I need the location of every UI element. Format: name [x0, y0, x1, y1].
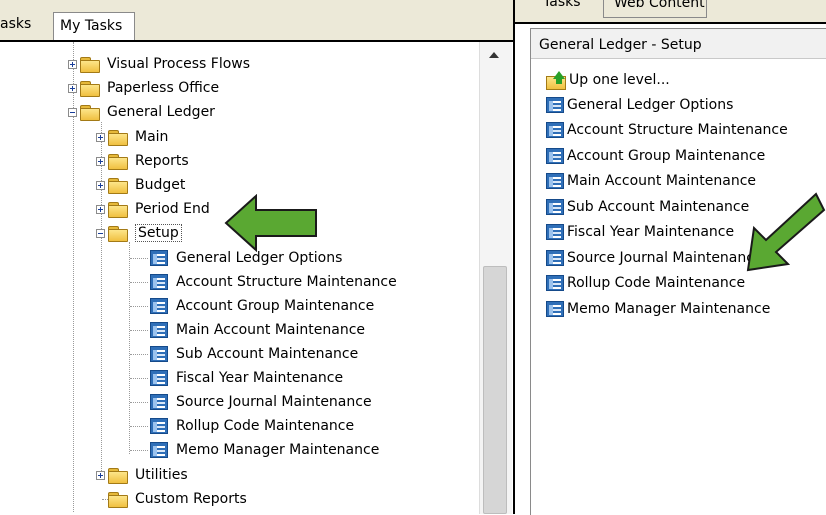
- folder-icon: [108, 177, 128, 194]
- panel-item-fiscal-year-maintenance[interactable]: Fiscal Year Maintenance: [546, 221, 734, 243]
- tree-item-fiscal-year-maintenance[interactable]: Fiscal Year Maintenance: [150, 368, 343, 388]
- task-document-icon: [150, 274, 168, 290]
- task-document-icon: [150, 250, 168, 266]
- up-one-level-link[interactable]: Up one level...: [546, 69, 670, 91]
- tree-node-reports[interactable]: Reports: [96, 151, 189, 171]
- open-folder-icon: [108, 225, 128, 242]
- tab-my-tasks[interactable]: My Tasks: [53, 12, 135, 40]
- folder-icon: [80, 104, 100, 121]
- task-document-icon: [546, 275, 564, 291]
- tree-item-sub-account-maintenance[interactable]: Sub Account Maintenance: [150, 344, 358, 364]
- folder-icon: [108, 201, 128, 218]
- tree-node-main[interactable]: Main: [96, 127, 168, 147]
- panel-item-main-account-maintenance[interactable]: Main Account Maintenance: [546, 170, 756, 192]
- expand-plus-icon[interactable]: [96, 132, 105, 142]
- tree-node-custom-reports[interactable]: Custom Reports: [108, 489, 247, 509]
- task-document-icon: [150, 298, 168, 314]
- tree-item-account-structure-maintenance[interactable]: Account Structure Maintenance: [150, 272, 397, 292]
- tree-node-paperless-office[interactable]: Paperless Office: [68, 78, 219, 98]
- task-document-icon: [150, 394, 168, 410]
- up-one-level-icon: [546, 71, 566, 90]
- expand-plus-icon[interactable]: [68, 59, 77, 69]
- left-tab-strip: asks My Tasks: [0, 0, 513, 42]
- tree-node-visual-process-flows[interactable]: Visual Process Flows: [68, 54, 250, 74]
- task-document-icon: [546, 250, 564, 266]
- tree-item-source-journal-maintenance[interactable]: Source Journal Maintenance: [150, 392, 372, 412]
- tree-node-budget[interactable]: Budget: [96, 175, 185, 195]
- tree-item-rollup-code-maintenance[interactable]: Rollup Code Maintenance: [150, 416, 354, 436]
- panel-header: General Ledger - Setup: [531, 29, 826, 59]
- panel-item-account-structure-maintenance[interactable]: Account Structure Maintenance: [546, 119, 788, 141]
- collapse-minus-icon[interactable]: [96, 228, 105, 238]
- tree-node-utilities[interactable]: Utilities: [96, 465, 188, 485]
- tab-tasks-partial[interactable]: asks: [0, 16, 31, 32]
- folder-icon: [108, 491, 128, 508]
- panel-item-sub-account-maintenance[interactable]: Sub Account Maintenance: [546, 196, 749, 218]
- panel-item-account-group-maintenance[interactable]: Account Group Maintenance: [546, 145, 765, 167]
- scrollbar-thumb[interactable]: [483, 266, 507, 514]
- folder-icon: [80, 80, 100, 97]
- task-tree-pane: asks My Tasks Visual Process Flows Paper…: [0, 0, 515, 514]
- task-document-icon: [546, 173, 564, 189]
- panel-item-source-journal-maintenance[interactable]: Source Journal Maintenance: [546, 247, 763, 269]
- tree-item-account-group-maintenance[interactable]: Account Group Maintenance: [150, 296, 374, 316]
- panel-item-memo-manager-maintenance[interactable]: Memo Manager Maintenance: [546, 298, 770, 320]
- tree-node-general-ledger[interactable]: General Ledger: [68, 102, 215, 122]
- right-tab-strip: Tasks Web Content: [515, 0, 826, 24]
- task-document-icon: [150, 442, 168, 458]
- tree-node-setup[interactable]: Setup: [96, 223, 182, 243]
- expand-plus-icon[interactable]: [96, 204, 105, 214]
- scroll-up-arrow-icon[interactable]: [489, 52, 499, 58]
- task-panel: Tasks Web Content General Ledger - Setup…: [515, 0, 826, 515]
- expand-plus-icon[interactable]: [96, 180, 105, 190]
- folder-icon: [108, 467, 128, 484]
- task-document-icon: [546, 148, 564, 164]
- expand-plus-icon[interactable]: [96, 470, 105, 480]
- tree-vertical-scrollbar[interactable]: [479, 42, 512, 514]
- panel-item-general-ledger-options[interactable]: General Ledger Options: [546, 94, 733, 116]
- expand-plus-icon[interactable]: [96, 156, 105, 166]
- annotation-arrow-right: [746, 192, 826, 272]
- task-document-icon: [150, 370, 168, 386]
- task-document-icon: [546, 97, 564, 113]
- folder-icon: [108, 129, 128, 146]
- task-document-icon: [546, 301, 564, 317]
- collapse-minus-icon[interactable]: [68, 107, 77, 117]
- folder-icon: [80, 56, 100, 73]
- task-document-icon: [546, 224, 564, 240]
- tree-item-memo-manager-maintenance[interactable]: Memo Manager Maintenance: [150, 440, 379, 460]
- tree-node-period-end[interactable]: Period End: [96, 199, 210, 219]
- tab-tasks[interactable]: Tasks: [543, 0, 581, 10]
- annotation-arrow-left: [224, 194, 317, 252]
- task-document-icon: [150, 346, 168, 362]
- tab-web-content[interactable]: Web Content: [603, 0, 707, 18]
- task-tree: Visual Process Flows Paperless Office Ge…: [0, 42, 475, 514]
- task-document-icon: [150, 418, 168, 434]
- panel-item-rollup-code-maintenance[interactable]: Rollup Code Maintenance: [546, 272, 745, 294]
- tree-item-main-account-maintenance[interactable]: Main Account Maintenance: [150, 320, 365, 340]
- task-document-icon: [546, 122, 564, 138]
- expand-plus-icon[interactable]: [68, 83, 77, 93]
- task-document-icon: [150, 322, 168, 338]
- folder-icon: [108, 153, 128, 170]
- task-document-icon: [546, 199, 564, 215]
